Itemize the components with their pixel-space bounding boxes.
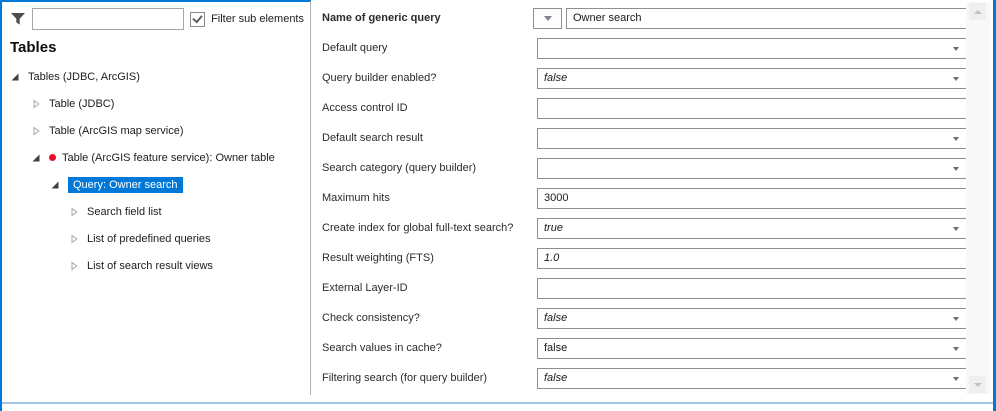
dropdown-arrow-icon[interactable] — [953, 47, 959, 51]
field-label: Default search result — [322, 132, 423, 144]
check-consistency-combobox[interactable]: false — [537, 308, 967, 329]
filter-input[interactable] — [32, 8, 185, 30]
form-row-external-layer-id: External Layer-ID — [311, 278, 967, 299]
expanded-arrow-icon[interactable] — [31, 153, 41, 163]
form-row-name-of-generic-query: Name of generic query Owner search — [311, 8, 968, 29]
field-label: Maximum hits — [322, 192, 390, 204]
tree-item-label[interactable]: Table (ArcGIS feature service): Owner ta… — [62, 152, 275, 164]
form-row-result-weighting-fts: Result weighting (FTS) 1.0 — [311, 248, 967, 269]
field-value: false — [544, 342, 568, 354]
field-label: Check consistency? — [322, 312, 420, 324]
scroll-up-arrow-icon — [973, 9, 982, 14]
red-dot-icon — [49, 154, 56, 161]
access-control-id-input[interactable] — [537, 98, 967, 119]
form-row-default-search-result: Default search result — [311, 128, 967, 149]
tree-item-table-arcgis-feature-service[interactable]: Table (ArcGIS feature service): Owner ta… — [2, 144, 310, 171]
collapsed-arrow-icon[interactable] — [31, 126, 41, 136]
form-row-search-category: Search category (query builder) — [311, 158, 967, 179]
scroll-up-button[interactable] — [969, 3, 986, 20]
field-label: Access control ID — [322, 102, 408, 114]
tree-item-label[interactable]: List of search result views — [87, 260, 213, 272]
tree-item-tables-root[interactable]: Tables (JDBC, ArcGIS) — [2, 63, 310, 90]
tree-item-list-of-predefined-queries[interactable]: List of predefined queries — [2, 225, 310, 252]
field-value: false — [544, 312, 568, 324]
field-label: Filtering search (for query builder) — [322, 372, 488, 384]
tree-item-label[interactable]: Table (ArcGIS map service) — [49, 125, 183, 137]
tree-item-table-arcgis-map-service[interactable]: Table (ArcGIS map service) — [2, 117, 310, 144]
field-value: Owner search — [573, 12, 642, 24]
vertical-scrollbar[interactable] — [966, 2, 990, 394]
collapsed-arrow-icon[interactable] — [69, 207, 79, 217]
maximum-hits-input[interactable]: 3000 — [537, 188, 967, 209]
config-window: Filter sub elements Tables Tables (JDBC,… — [0, 0, 996, 411]
field-label: Create index for global full-text search… — [322, 222, 514, 234]
dropdown-arrow-icon[interactable] — [953, 167, 959, 171]
field-label: External Layer-ID — [322, 282, 408, 294]
form-row-maximum-hits: Maximum hits 3000 — [311, 188, 967, 209]
tree-item-search-field-list[interactable]: Search field list — [2, 198, 310, 225]
name-of-generic-query-input[interactable]: Owner search — [566, 8, 968, 29]
field-value: 3000 — [544, 192, 569, 204]
tree-item-table-jdbc[interactable]: Table (JDBC) — [2, 90, 310, 117]
dropdown-arrow-icon — [543, 16, 552, 21]
field-label: Search category (query builder) — [322, 162, 477, 174]
default-search-result-combobox[interactable] — [537, 128, 967, 149]
form-row-filtering-search: Filtering search (for query builder) fal… — [311, 368, 967, 389]
filtering-search-combobox[interactable]: false — [537, 368, 967, 389]
tree-item-label-selected[interactable]: Query: Owner search — [68, 176, 183, 193]
filter-funnel-icon — [11, 13, 25, 25]
field-value: false — [544, 372, 568, 384]
tree-item-label[interactable]: Search field list — [87, 206, 162, 218]
panel-title: Tables — [10, 39, 57, 56]
tree-item-query-owner-search[interactable]: Query: Owner search — [2, 171, 310, 198]
form-row-query-builder-enabled: Query builder enabled? false — [311, 68, 967, 89]
dropdown-arrow-icon[interactable] — [953, 347, 959, 351]
dropdown-arrow-icon[interactable] — [953, 227, 959, 231]
form-row-default-query: Default query — [311, 38, 967, 59]
window-bottom-rule — [2, 402, 993, 404]
name-dropdown-button[interactable] — [533, 8, 562, 29]
field-label: Query builder enabled? — [322, 72, 437, 84]
tree-item-label[interactable]: List of predefined queries — [87, 233, 211, 245]
checkmark-icon — [192, 12, 203, 24]
filter-checkbox-label: Filter sub elements — [211, 13, 304, 25]
property-form: Name of generic query Owner search Defau… — [311, 0, 968, 400]
field-value: 1.0 — [544, 252, 560, 264]
dropdown-arrow-icon[interactable] — [953, 377, 959, 381]
tree-item-label[interactable]: Tables (JDBC, ArcGIS) — [28, 71, 140, 83]
collapsed-arrow-icon[interactable] — [69, 234, 79, 244]
field-value: false — [544, 72, 568, 84]
result-weighting-fts-input[interactable]: 1.0 — [537, 248, 967, 269]
field-value: true — [544, 222, 563, 234]
search-values-in-cache-combobox[interactable]: false — [537, 338, 967, 359]
scroll-down-arrow-icon — [973, 382, 982, 387]
tree-item-label[interactable]: Table (JDBC) — [49, 98, 114, 110]
dropdown-arrow-icon[interactable] — [953, 317, 959, 321]
form-row-create-index-fts: Create index for global full-text search… — [311, 218, 967, 239]
tree-panel: Filter sub elements Tables Tables (JDBC,… — [2, 2, 310, 400]
external-layer-id-input[interactable] — [537, 278, 967, 299]
filter-bar: Filter sub elements — [2, 2, 310, 30]
form-row-check-consistency: Check consistency? false — [311, 308, 967, 329]
form-row-search-values-in-cache: Search values in cache? false — [311, 338, 967, 359]
scroll-down-button[interactable] — [969, 376, 986, 393]
default-query-combobox[interactable] — [537, 38, 967, 59]
expanded-arrow-icon[interactable] — [10, 72, 20, 82]
collapsed-arrow-icon[interactable] — [31, 99, 41, 109]
dropdown-arrow-icon[interactable] — [953, 137, 959, 141]
query-builder-enabled-combobox[interactable]: false — [537, 68, 967, 89]
field-label: Name of generic query — [322, 12, 441, 24]
search-category-combobox[interactable] — [537, 158, 967, 179]
field-label: Default query — [322, 42, 388, 54]
dropdown-arrow-icon[interactable] — [953, 77, 959, 81]
field-label: Result weighting (FTS) — [322, 252, 434, 264]
tree: Tables (JDBC, ArcGIS) Table (JDBC) Table… — [2, 63, 310, 279]
create-index-fts-combobox[interactable]: true — [537, 218, 967, 239]
collapsed-arrow-icon[interactable] — [69, 261, 79, 271]
field-label: Search values in cache? — [322, 342, 442, 354]
expanded-arrow-icon[interactable] — [50, 180, 60, 190]
filter-sub-elements-checkbox[interactable] — [190, 11, 206, 27]
form-row-access-control-id: Access control ID — [311, 98, 967, 119]
tree-item-list-of-search-result-views[interactable]: List of search result views — [2, 252, 310, 279]
